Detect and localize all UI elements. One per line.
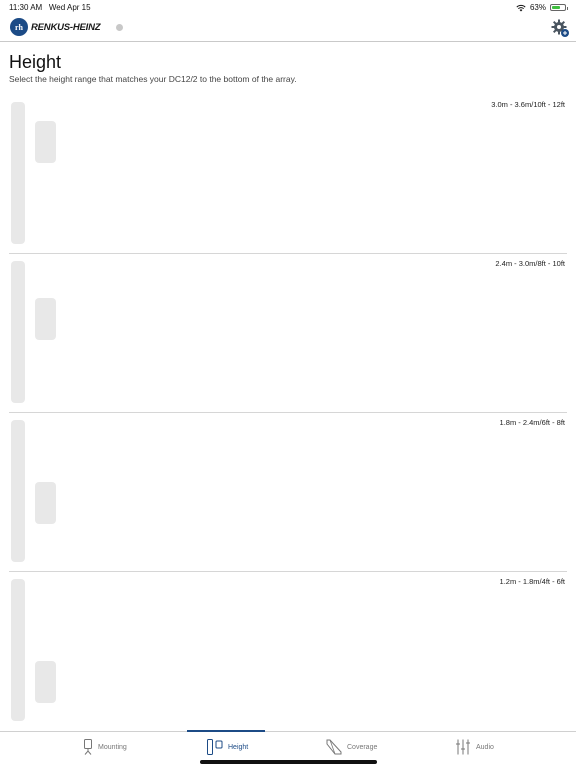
- speaker-position-placeholder: [35, 661, 56, 703]
- page-subtitle: Select the height range that matches you…: [9, 74, 297, 84]
- connection-status-dot: [116, 24, 123, 31]
- height-range-label: 2.4m - 3.0m/8ft - 10ft: [495, 259, 565, 268]
- height-range-option-3[interactable]: 1.8m - 2.4m/6ft - 8ft: [9, 414, 567, 572]
- speaker-position-placeholder: [35, 482, 56, 524]
- home-indicator[interactable]: [200, 760, 377, 764]
- status-clock: 11:30 AM: [9, 3, 43, 12]
- height-range-label: 1.8m - 2.4m/6ft - 8ft: [499, 418, 565, 427]
- tab-label: Audio: [476, 743, 494, 751]
- status-bar: 11:30 AM Wed Apr 15 63%: [0, 0, 576, 14]
- tab-label: Height: [228, 743, 249, 751]
- tab-mounting[interactable]: Mounting: [83, 732, 127, 762]
- tab-audio[interactable]: Audio: [455, 732, 494, 762]
- height-range-label: 3.0m - 3.6m/10ft - 12ft: [491, 100, 565, 109]
- status-indicators: 63%: [516, 3, 568, 12]
- wifi-icon: [516, 4, 526, 11]
- height-range-option-2[interactable]: 2.4m - 3.0m/8ft - 10ft: [9, 255, 567, 413]
- coverage-icon: [326, 739, 342, 755]
- tab-coverage[interactable]: Coverage: [326, 732, 377, 762]
- height-range-option-1[interactable]: 3.0m - 3.6m/10ft - 12ft: [9, 96, 567, 254]
- tab-height[interactable]: Height: [207, 732, 248, 762]
- height-range-label: 1.2m - 1.8m/4ft - 6ft: [499, 577, 565, 586]
- logo-text: RENKUS-HEINZ: [31, 21, 101, 33]
- settings-gear-icon[interactable]: [550, 18, 570, 38]
- tab-label: Mounting: [98, 743, 127, 751]
- mounting-icon: [84, 739, 92, 755]
- tab-label: Coverage: [347, 743, 378, 751]
- app-header: rh RENKUS-HEINZ: [0, 14, 576, 42]
- logo-mark: rh: [10, 18, 28, 36]
- status-date: Wed Apr 15: [48, 3, 91, 12]
- speaker-position-placeholder: [35, 298, 56, 340]
- height-icon: [207, 739, 223, 755]
- array-column-placeholder: [11, 261, 25, 403]
- battery-icon: [550, 4, 568, 11]
- height-range-option-4[interactable]: 1.2m - 1.8m/4ft - 6ft: [9, 573, 567, 731]
- speaker-position-placeholder: [35, 121, 56, 163]
- page-title: Height: [9, 52, 62, 72]
- array-column-placeholder: [11, 579, 25, 721]
- array-column-placeholder: [11, 420, 25, 562]
- array-column-placeholder: [11, 102, 25, 244]
- sliders-icon: [456, 739, 470, 755]
- renkus-heinz-logo: rh RENKUS-HEINZ: [10, 18, 101, 36]
- battery-percent: 63%: [529, 3, 546, 12]
- status-time: 11:30 AM Wed Apr 15: [9, 3, 91, 12]
- battery-level-fill: [552, 6, 560, 9]
